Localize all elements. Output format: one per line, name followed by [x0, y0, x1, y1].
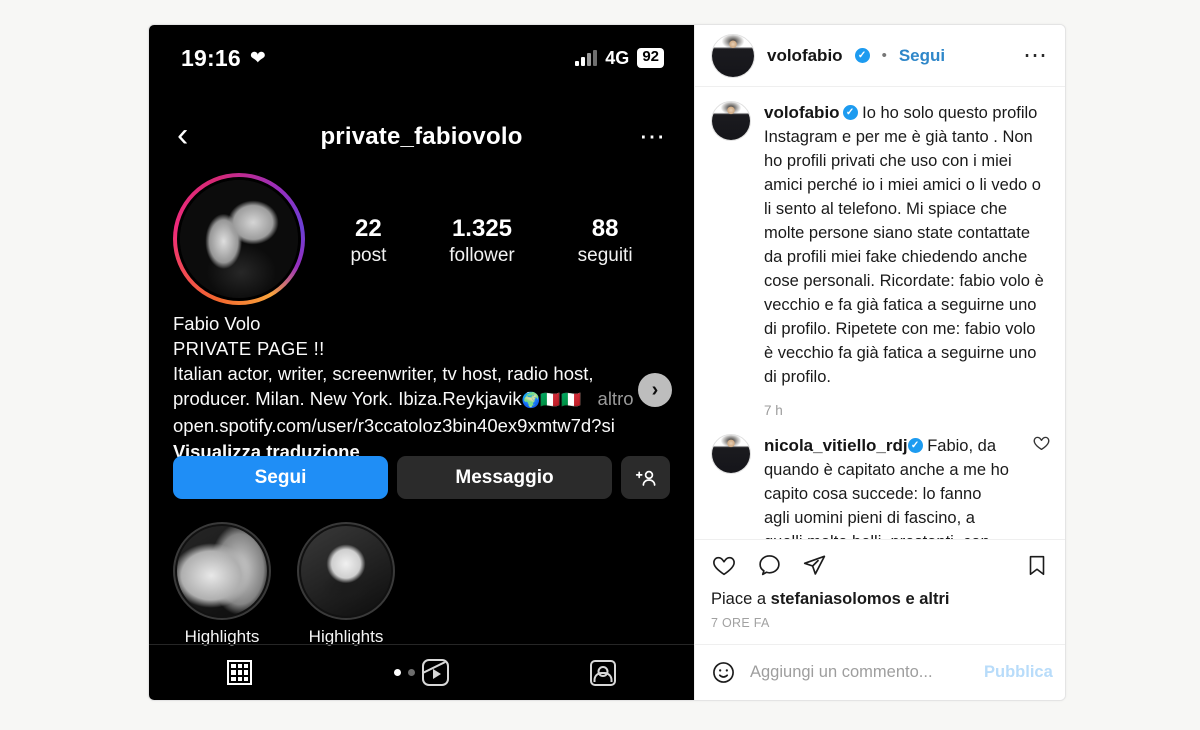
- add-comment-row: Pubblica: [695, 644, 1065, 700]
- post-action-bar: [695, 539, 1065, 586]
- follow-link[interactable]: Segui: [899, 46, 945, 66]
- author-avatar[interactable]: [711, 33, 755, 78]
- stat-value: 22: [355, 214, 382, 242]
- stat-posts[interactable]: 22 post: [350, 214, 386, 269]
- highlight-item[interactable]: Highlights: [173, 522, 271, 647]
- publish-button[interactable]: Pubblica: [984, 663, 1053, 682]
- caption-text-wrapper: volofabio Io ho solo questo profilo Inst…: [764, 101, 1049, 389]
- bookmark-icon[interactable]: [1025, 553, 1049, 578]
- commenter-avatar[interactable]: [711, 434, 751, 474]
- back-chevron-icon[interactable]: ‹: [177, 118, 217, 152]
- profile-summary-row: 22 post 1.325 follower 88 seguiti: [149, 173, 694, 305]
- caption-body: Io ho solo questo profilo Instagram e pe…: [764, 104, 1044, 386]
- profile-username-title: private_fabiovolo: [320, 123, 523, 150]
- phone-screenshot-image: 19:16 ❤ 4G 92 ‹ private_fabiovolo ⋯ 22 p…: [149, 25, 694, 700]
- post-age: 7 ORE FA: [711, 616, 770, 630]
- comment-input[interactable]: [750, 663, 970, 682]
- share-paperplane-icon[interactable]: [802, 553, 827, 578]
- verified-badge-icon: [854, 48, 870, 63]
- profile-tab-bar: [149, 644, 694, 700]
- stat-label: post: [350, 244, 387, 266]
- profile-avatar[interactable]: [173, 173, 305, 305]
- status-time: 19:16: [181, 44, 241, 71]
- phone-nav-bar: ‹ private_fabiovolo ⋯: [149, 117, 694, 157]
- heart-icon: ❤: [249, 47, 266, 69]
- likes-suffix[interactable]: e altri: [905, 590, 949, 608]
- heart-icon[interactable]: [1032, 434, 1051, 458]
- bio-description-text: producer. Milan. New York. Ibiza.Reykjav…: [173, 388, 522, 409]
- grid-icon: [227, 660, 253, 685]
- reels-icon: [422, 659, 449, 686]
- tab-grid[interactable]: [149, 660, 331, 685]
- tab-reels[interactable]: [331, 659, 513, 686]
- bio-private-page: PRIVATE PAGE !!: [173, 338, 325, 359]
- comment-text-wrapper: nicola_vitiello_rdj Fabio, da quando è c…: [764, 434, 1049, 539]
- instagram-post-card: 19:16 ❤ 4G 92 ‹ private_fabiovolo ⋯ 22 p…: [148, 24, 1066, 701]
- more-options-icon[interactable]: ⋯: [1023, 43, 1049, 67]
- profile-stats: 22 post 1.325 follower 88 seguiti: [305, 214, 670, 269]
- tagged-icon: [590, 659, 617, 686]
- post-detail-panel: volofabio • Segui ⋯ volofabio Io ho solo…: [694, 25, 1065, 700]
- verified-badge-icon: [907, 438, 923, 453]
- comment-bubble-icon[interactable]: [757, 553, 782, 578]
- story-highlights: Highlights Highlights: [173, 522, 395, 647]
- battery-level: 92: [637, 48, 664, 68]
- globe-icon: 🌍: [521, 392, 541, 409]
- caption-timestamp: 7 h: [764, 403, 783, 418]
- more-options-icon[interactable]: ⋯: [626, 124, 666, 149]
- heart-icon[interactable]: [711, 553, 737, 578]
- bio-display-name: Fabio Volo: [173, 313, 261, 334]
- bio-description-line-2: producer. Milan. New York. Ibiza.Reykjav…: [173, 386, 676, 413]
- profile-action-buttons: Segui Messaggio: [173, 456, 670, 499]
- comment-item: nicola_vitiello_rdj Fabio, da quando è c…: [695, 418, 1065, 539]
- stat-following[interactable]: 88 seguiti: [578, 214, 633, 269]
- likes-prefix: Piace a: [711, 590, 767, 608]
- carousel-dot-active: [394, 669, 401, 676]
- message-button[interactable]: Messaggio: [397, 456, 612, 499]
- phone-status-bar: 19:16 ❤ 4G 92: [149, 41, 694, 75]
- verified-badge-icon: [842, 105, 858, 120]
- stat-followers[interactable]: 1.325 follower: [449, 214, 514, 269]
- carousel-dot: [408, 669, 415, 676]
- stat-label: seguiti: [577, 244, 633, 266]
- highlight-item[interactable]: Highlights: [297, 522, 395, 647]
- bio-more-label[interactable]: altro: [598, 388, 634, 409]
- comment-author-username[interactable]: nicola_vitiello_rdj: [764, 436, 908, 455]
- stat-value: 88: [591, 214, 619, 242]
- flag-italy-icon-1: 🇮🇹: [540, 392, 562, 409]
- caption-author-username[interactable]: volofabio: [764, 103, 840, 122]
- emoji-smiley-icon[interactable]: [711, 660, 736, 685]
- bio-description-line-1: Italian actor, writer, screenwriter, tv …: [173, 363, 594, 384]
- stat-value: 1.325: [451, 214, 513, 242]
- author-avatar[interactable]: [711, 101, 751, 141]
- post-header: volofabio • Segui ⋯: [695, 25, 1065, 87]
- bio-link[interactable]: open.spotify.com/user/r3ccatoloz3bin40ex…: [173, 413, 676, 438]
- follow-button[interactable]: Segui: [173, 456, 388, 499]
- separator-dot: •: [881, 47, 887, 64]
- tab-tagged[interactable]: [512, 659, 694, 686]
- likes-username[interactable]: stefaniasolomos: [771, 590, 901, 608]
- post-author-username[interactable]: volofabio: [767, 46, 843, 66]
- signal-bars-icon: [575, 50, 598, 66]
- chevron-right-icon[interactable]: ›: [638, 373, 672, 407]
- post-caption: volofabio Io ho solo questo profilo Inst…: [695, 87, 1065, 393]
- likes-summary: Piace a stefaniasolomos e altri: [695, 586, 1065, 609]
- add-user-icon[interactable]: [621, 456, 670, 499]
- post-body: volofabio Io ho solo questo profilo Inst…: [695, 87, 1065, 539]
- network-type: 4G: [605, 47, 630, 68]
- stat-label: follower: [449, 244, 515, 266]
- profile-bio: Fabio Volo PRIVATE PAGE !! Italian actor…: [173, 311, 676, 464]
- flag-italy-icon-2: 🇮🇹: [561, 392, 583, 409]
